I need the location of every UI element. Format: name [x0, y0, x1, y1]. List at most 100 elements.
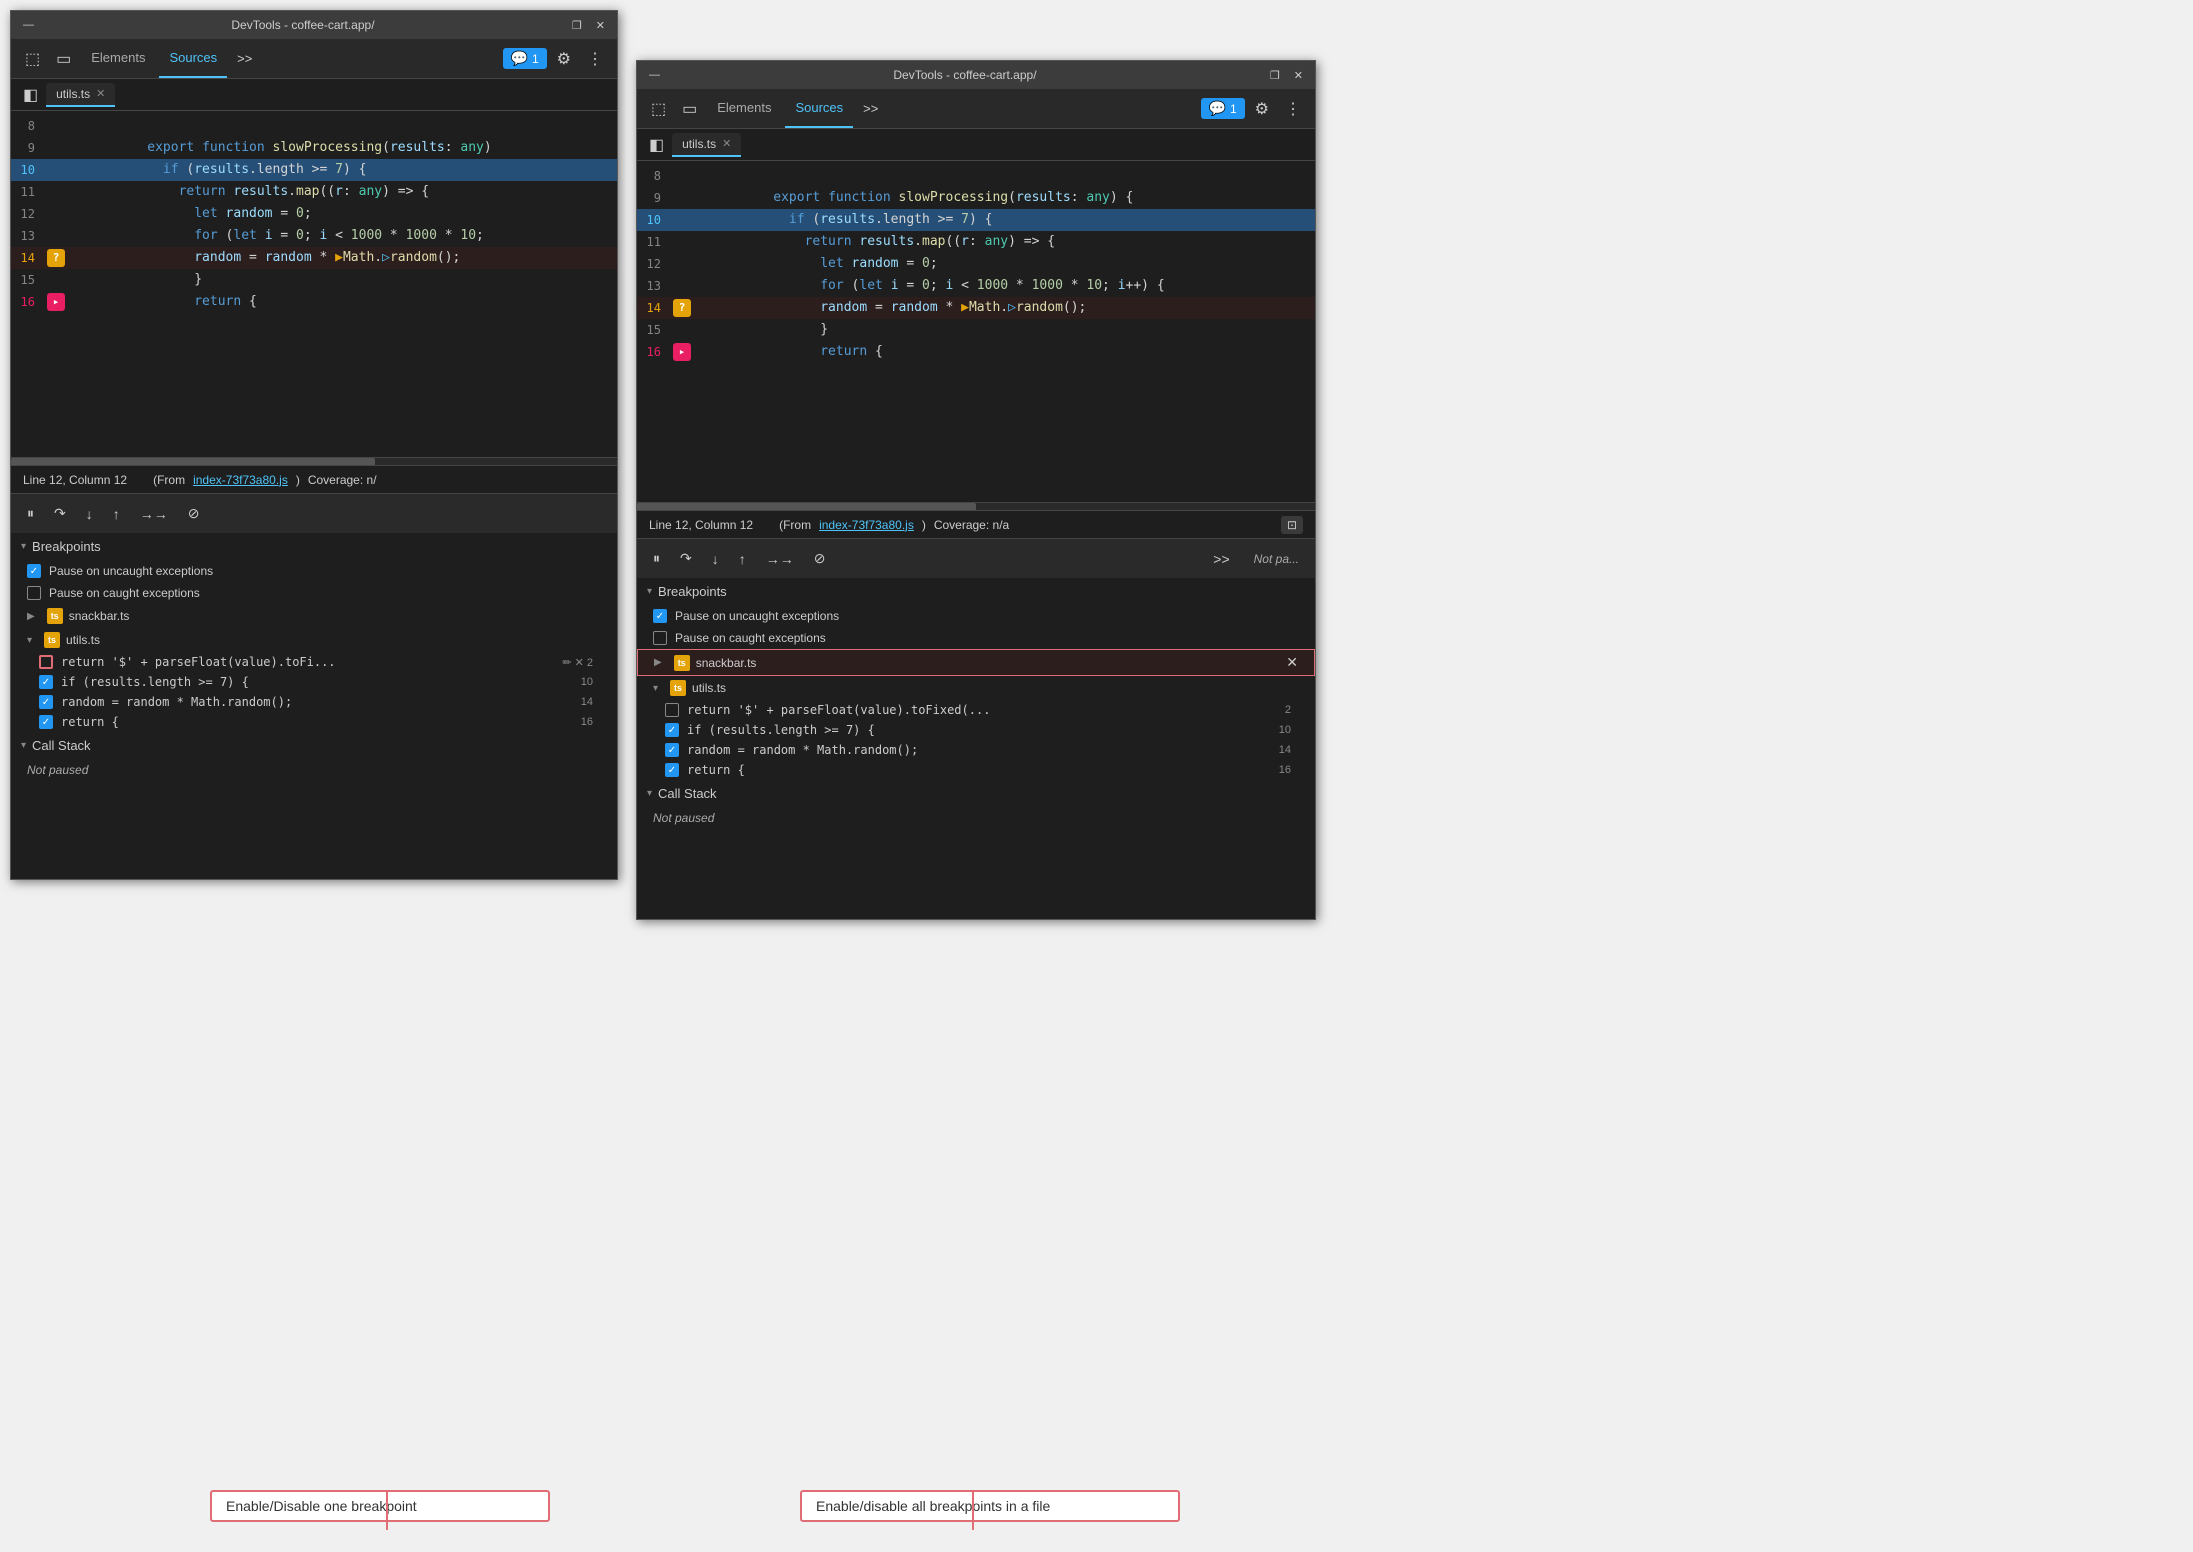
menu-icon-2[interactable]: ⋮ [1279, 95, 1307, 123]
pause-uncaught-cb-1[interactable]: ✓ [27, 564, 41, 578]
utils-file-group-2[interactable]: ▾ ts utils.ts [637, 676, 1315, 700]
restore-btn[interactable]: ❐ [568, 19, 586, 32]
restore-btn-2[interactable]: ❐ [1266, 69, 1284, 82]
step-into-btn-1[interactable]: ↓ [78, 502, 101, 526]
utils-file-group-1[interactable]: ▾ ts utils.ts [11, 628, 617, 652]
breakpoints-header-1[interactable]: ▾ Breakpoints [11, 533, 617, 560]
statusbar-1: Line 12, Column 12 (From index-73f73a80.… [11, 465, 617, 493]
gear-icon-2[interactable]: ⚙ [1249, 95, 1275, 123]
titlebar-left-controls-2: — [645, 69, 664, 81]
more-tabs-2[interactable]: >> [857, 97, 884, 120]
message-badge-2[interactable]: 💬 1 [1201, 98, 1245, 119]
menu-icon-1[interactable]: ⋮ [581, 45, 609, 73]
pause-uncaught-2: ✓ Pause on uncaught exceptions [637, 605, 1315, 627]
callstack-triangle-1: ▾ [21, 740, 26, 751]
close-btn-1[interactable]: ✕ [592, 19, 609, 32]
callstack-triangle-2: ▾ [647, 788, 652, 799]
panel-toggle-2[interactable]: ◧ [641, 131, 672, 159]
deactivate-btn-1[interactable]: ⊘ [180, 501, 208, 526]
close-snackbar-breakpoint[interactable]: ✕ [1286, 654, 1298, 671]
code-lines-2: 8 9 export function slowProcessing(resul… [637, 161, 1315, 367]
bp-cb-return-dollar-2[interactable] [665, 703, 679, 717]
snackbar-ts-icon-2: ts [674, 655, 690, 671]
panel-toggle-1[interactable]: ◧ [15, 81, 46, 109]
more-tabs-1[interactable]: >> [231, 47, 258, 70]
inspect-icon-2[interactable]: ⬚ [645, 95, 672, 123]
file-tab-close-1[interactable]: ✕ [96, 87, 105, 100]
minimize-btn-2[interactable]: — [645, 69, 664, 81]
snackbar-triangle-2: ▶ [654, 657, 662, 668]
bp-item-return-dollar-2: return '$' + parseFloat(value).toFixed(.… [637, 700, 1315, 720]
continue-btn-2[interactable]: →→ [758, 547, 802, 571]
callstack-header-1[interactable]: ▾ Call Stack [11, 732, 617, 759]
coverage-expand-btn[interactable]: ⊡ [1281, 516, 1303, 534]
bp-cb-if-results-1[interactable]: ✓ [39, 675, 53, 689]
pause-resume-btn-1[interactable]: ⏸ [19, 501, 42, 526]
bp-cb-return-2[interactable]: ✓ [665, 763, 679, 777]
utils-ts-icon-2: ts [670, 680, 686, 696]
snackbar-file-group-2[interactable]: ▶ ts snackbar.ts ✕ [637, 649, 1315, 676]
device-icon[interactable]: ▭ [50, 45, 77, 73]
step-out-btn-1[interactable]: ↑ [105, 502, 128, 526]
toolbar-right-1: 💬 1 ⚙ ⋮ [503, 45, 609, 73]
gear-icon-1[interactable]: ⚙ [551, 45, 577, 73]
pause-caught-cb-1[interactable] [27, 586, 41, 600]
debug-toolbar-2: ⏸ ↷ ↓ ↑ →→ ⊘ >> Not pa... [637, 538, 1315, 578]
file-tab-utils-1[interactable]: utils.ts ✕ [46, 83, 115, 107]
bp-cb-return-1[interactable]: ✓ [39, 715, 53, 729]
titlebar-left-controls: — [19, 19, 38, 31]
not-paused-2: Not paused [637, 807, 1315, 829]
continue-btn-1[interactable]: →→ [132, 502, 176, 526]
pause-uncaught-1: ✓ Pause on uncaught exceptions [11, 560, 617, 582]
tab-elements-2[interactable]: Elements [707, 89, 781, 128]
source-link-2[interactable]: index-73f73a80.js [819, 518, 914, 532]
bp-cb-random-1[interactable]: ✓ [39, 695, 53, 709]
bp-item-random-2: ✓ random = random * Math.random(); 14 [637, 740, 1315, 760]
code-line-16: 16 ▸ return { [11, 291, 617, 313]
bp-item-return-dollar-1: return '$' + parseFloat(value).toFi... ✏… [11, 652, 617, 672]
step-over-btn-2[interactable]: ↷ [672, 546, 700, 571]
step-out-btn-2[interactable]: ↑ [731, 547, 754, 571]
devtools-window-1: — DevTools - coffee-cart.app/ ❐ ✕ ⬚ ▭ El… [10, 10, 618, 880]
file-tab-close-2[interactable]: ✕ [722, 137, 731, 150]
pause-caught-cb-2[interactable] [653, 631, 667, 645]
window-titlebar-1: — DevTools - coffee-cart.app/ ❐ ✕ [11, 11, 617, 39]
bp-item-if-results-2: ✓ if (results.length >= 7) { 10 [637, 720, 1315, 740]
pause-caught-2: Pause on caught exceptions [637, 627, 1315, 649]
callstack-header-2[interactable]: ▾ Call Stack [637, 780, 1315, 807]
devtools-toolbar-2: ⬚ ▭ Elements Sources >> 💬 1 ⚙ ⋮ [637, 89, 1315, 129]
window-title-1: DevTools - coffee-cart.app/ [38, 18, 568, 32]
tab-sources-1[interactable]: Sources [159, 39, 227, 78]
file-tab-utils-2[interactable]: utils.ts ✕ [672, 133, 741, 157]
inspect-icon[interactable]: ⬚ [19, 45, 46, 73]
bp-cb-return-dollar-1[interactable] [39, 655, 53, 669]
bp-item-return-2: ✓ return { 16 [637, 760, 1315, 780]
more-debug-btn[interactable]: >> [1205, 547, 1237, 571]
toolbar-right-2: 💬 1 ⚙ ⋮ [1201, 95, 1307, 123]
device-icon-2[interactable]: ▭ [676, 95, 703, 123]
file-tabbar-1: ◧ utils.ts ✕ [11, 79, 617, 111]
deactivate-btn-2[interactable]: ⊘ [806, 546, 834, 571]
tab-sources-2[interactable]: Sources [785, 89, 853, 128]
utils-triangle-1: ▾ [27, 635, 32, 646]
pause-uncaught-cb-2[interactable]: ✓ [653, 609, 667, 623]
code-lines-1: 8 9 export function slowProcessing(resul… [11, 111, 617, 317]
bp-item-if-results-1: ✓ if (results.length >= 7) { 10 [11, 672, 617, 692]
step-over-btn-1[interactable]: ↷ [46, 501, 74, 526]
bottom-panel-1: ▾ Breakpoints ✓ Pause on uncaught except… [11, 533, 617, 879]
tab-elements-1[interactable]: Elements [81, 39, 155, 78]
pause-resume-btn-2[interactable]: ⏸ [645, 546, 668, 571]
minimize-btn[interactable]: — [19, 19, 38, 31]
bp-item-return-1: ✓ return { 16 [11, 712, 617, 732]
bp-cb-random-2[interactable]: ✓ [665, 743, 679, 757]
breakpoints-header-2[interactable]: ▾ Breakpoints [637, 578, 1315, 605]
titlebar-right-controls-2: ❐ ✕ [1266, 69, 1307, 82]
message-badge-1[interactable]: 💬 1 [503, 48, 547, 69]
step-into-btn-2[interactable]: ↓ [704, 547, 727, 571]
snackbar-file-group-1[interactable]: ▶ ts snackbar.ts [11, 604, 617, 628]
devtools-toolbar-1: ⬚ ▭ Elements Sources >> 💬 1 ⚙ ⋮ [11, 39, 617, 79]
close-btn-2[interactable]: ✕ [1290, 69, 1307, 82]
not-paused-debug: Not pa... [1246, 550, 1307, 568]
source-link-1[interactable]: index-73f73a80.js [193, 473, 288, 487]
bp-cb-if-results-2[interactable]: ✓ [665, 723, 679, 737]
